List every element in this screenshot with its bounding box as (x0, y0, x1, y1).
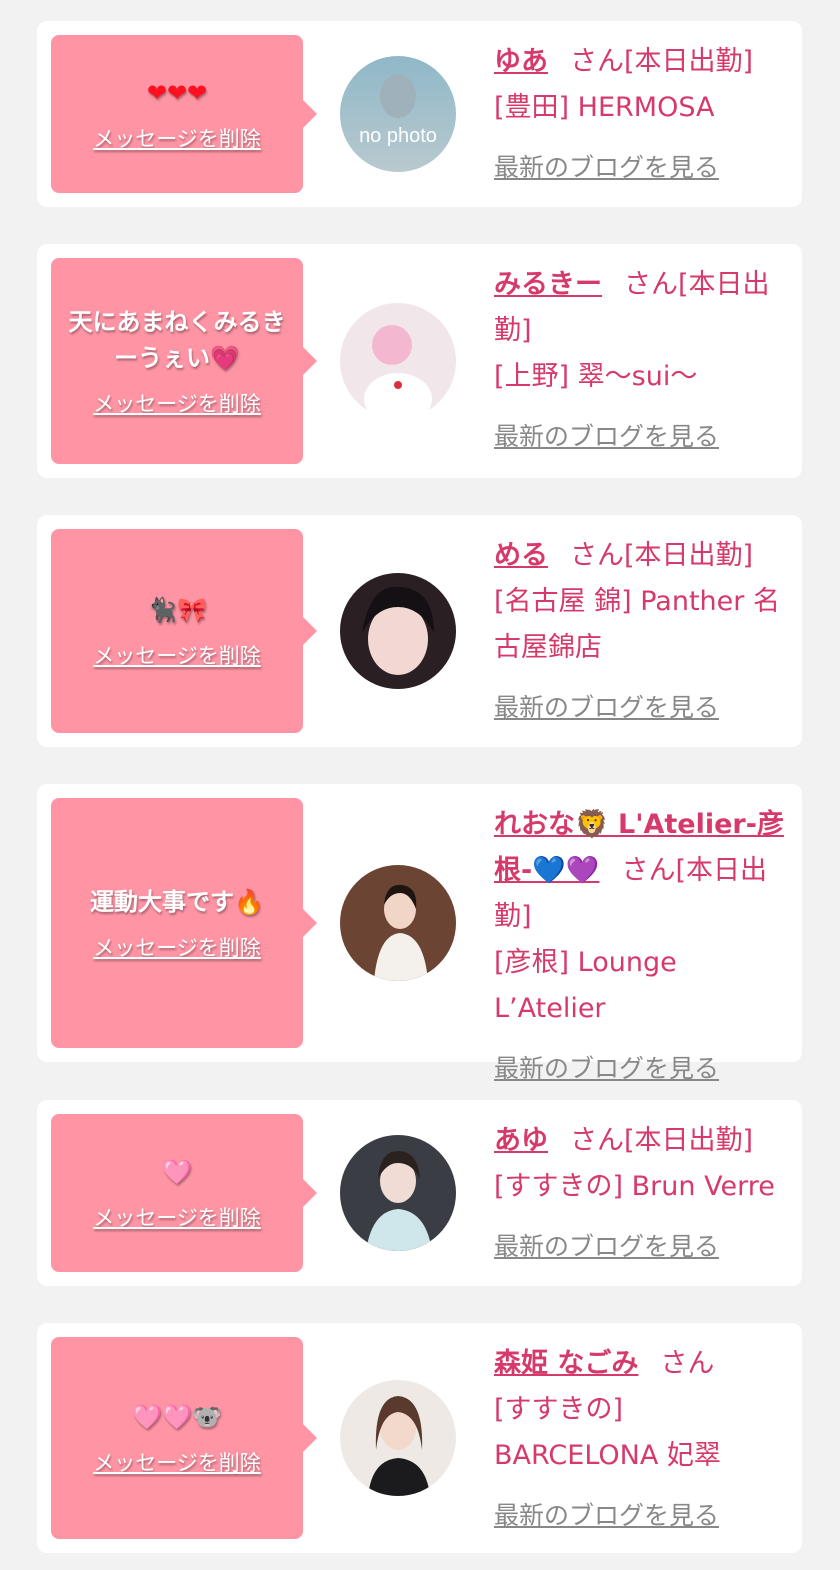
blog-link[interactable]: 最新のブログを見る (494, 685, 788, 731)
delete-message-link[interactable]: メッセージを削除 (93, 640, 261, 670)
cast-info: 森姫 なごみ さん [すすきの] BARCELONA 妃翠 最新のブログを見る (494, 1341, 788, 1539)
avatar[interactable] (340, 303, 456, 419)
blog-link[interactable]: 最新のブログを見る (494, 1046, 788, 1092)
cast-info: める さん[本日出勤] [名古屋 錦] Panther 名古屋錦店 最新のブログを… (494, 533, 788, 731)
message-card: 🩷🩷🐨 メッセージを削除 森姫 なごみ さん [すすきの] BARCELONA 妃… (37, 1323, 802, 1553)
cast-name-link[interactable]: 森姫 なごみ (494, 1348, 638, 1379)
cast-status: さん[本日出勤] (570, 1125, 754, 1156)
cast-name-link[interactable]: ゆあ (494, 46, 548, 77)
avatar[interactable] (340, 1135, 456, 1251)
message-text: 🩷🩷🐨 (132, 1403, 222, 1431)
shop-label: [上野] 翠〜sui〜 (494, 361, 698, 392)
delete-message-link[interactable]: メッセージを削除 (93, 388, 261, 418)
cast-status: さん[本日出勤] (570, 540, 754, 571)
message-bubble: 🩷🩷🐨 メッセージを削除 (51, 1337, 317, 1539)
message-text: 🩷 (162, 1158, 192, 1186)
cast-status: さん (660, 1348, 715, 1379)
message-bubble: 天にあまねくみるきーうぇい💗 メッセージを削除 (51, 258, 317, 464)
delete-message-link[interactable]: メッセージを削除 (93, 1202, 261, 1232)
cast-name-link[interactable]: める (494, 540, 548, 571)
message-bubble: 運動大事です🔥 メッセージを削除 (51, 798, 317, 1048)
message-card: 🩷 メッセージを削除 あゆ さん[本日出勤] [すすきの] Brun Verre … (37, 1100, 802, 1286)
delete-message-link[interactable]: メッセージを削除 (93, 932, 261, 962)
avatar[interactable] (340, 1380, 456, 1496)
message-card: 運動大事です🔥 メッセージを削除 れおな🦁 L'Atelier-彦根-💙💜 さん[… (37, 784, 802, 1083)
message-text: 🐈‍⬛🎀 (147, 596, 207, 624)
cast-name-link[interactable]: あゆ (494, 1125, 548, 1156)
avatar[interactable] (340, 573, 456, 689)
shop-label: [彦根] Lounge L’Atelier (494, 947, 677, 1024)
message-text: 天にあまねくみるきーうぇい💗 (68, 308, 286, 372)
cast-info: あゆ さん[本日出勤] [すすきの] Brun Verre 最新のブログを見る (494, 1118, 788, 1270)
blog-link[interactable]: 最新のブログを見る (494, 1493, 788, 1539)
shop-label: [すすきの] Brun Verre (494, 1171, 775, 1202)
message-card: 🐈‍⬛🎀 メッセージを削除 める さん[本日出勤] [名古屋 錦] Panther… (37, 515, 802, 747)
shop-label: [豊田] HERMOSA (494, 92, 715, 123)
blog-link[interactable]: 最新のブログを見る (494, 145, 788, 191)
delete-message-link[interactable]: メッセージを削除 (93, 1447, 261, 1477)
blog-link[interactable]: 最新のブログを見る (494, 414, 788, 460)
delete-message-link[interactable]: メッセージを削除 (93, 123, 261, 153)
avatar-placeholder-text: no photo (359, 125, 437, 147)
message-card: 天にあまねくみるきーうぇい💗 メッセージを削除 みるきー さん[本日出勤] [上野… (37, 244, 802, 478)
avatar[interactable]: no photo (340, 56, 456, 172)
message-text: ❤❤❤ (146, 79, 208, 107)
message-text: 運動大事です🔥 (90, 888, 264, 916)
cast-info: みるきー さん[本日出勤] [上野] 翠〜sui〜 最新のブログを見る (494, 262, 788, 460)
message-bubble: 🩷 メッセージを削除 (51, 1114, 317, 1272)
cast-info: れおな🦁 L'Atelier-彦根-💙💜 さん[本日出勤] [彦根] Lounge… (494, 802, 788, 1092)
avatar[interactable] (340, 865, 456, 981)
shop-label: [名古屋 錦] Panther 名古屋錦店 (494, 586, 780, 663)
cast-info: ゆあ さん[本日出勤] [豊田] HERMOSA 最新のブログを見る (494, 39, 788, 191)
shop-label: [すすきの] BARCELONA 妃翠 (494, 1394, 721, 1471)
message-card: ❤❤❤ メッセージを削除 no photo ゆあ さん[本日出勤] [豊田] HE… (37, 21, 802, 207)
message-bubble: 🐈‍⬛🎀 メッセージを削除 (51, 529, 317, 733)
cast-status: さん[本日出勤] (570, 46, 754, 77)
blog-link[interactable]: 最新のブログを見る (494, 1224, 788, 1270)
cast-name-link[interactable]: みるきー (494, 269, 602, 300)
message-bubble: ❤❤❤ メッセージを削除 (51, 35, 317, 193)
